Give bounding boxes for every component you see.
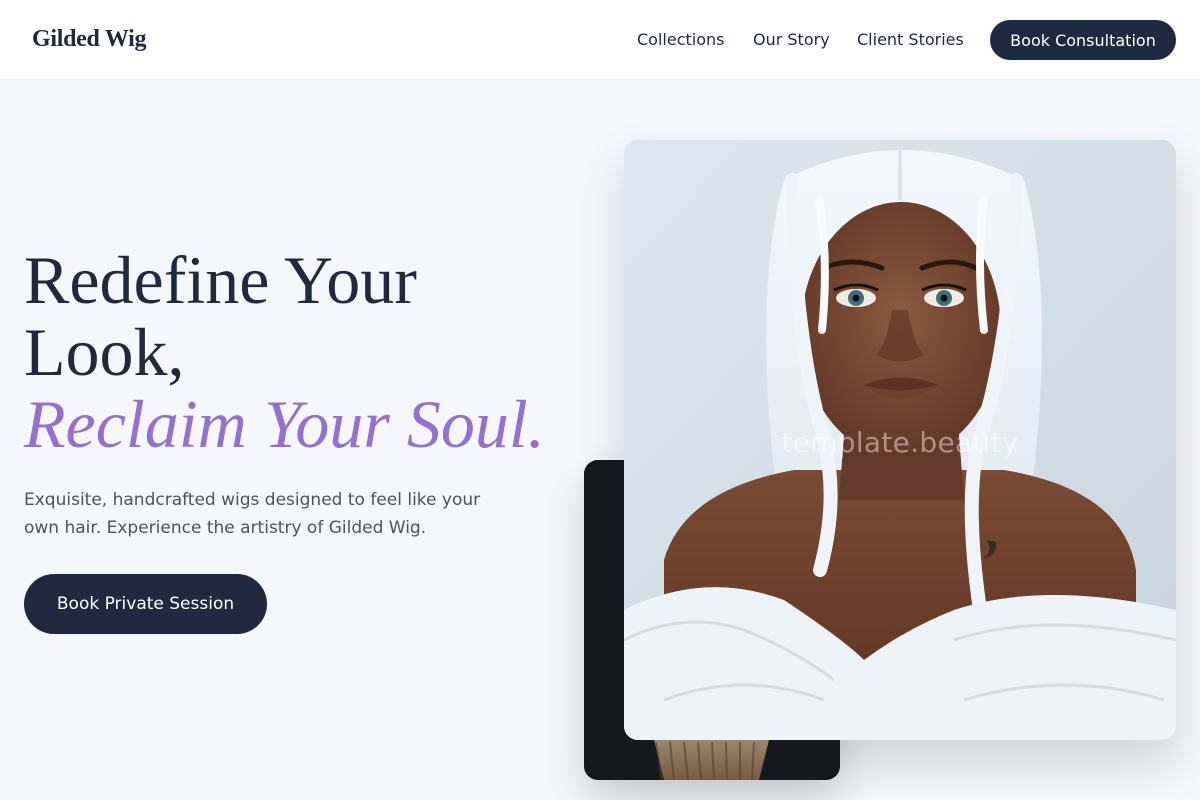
hero-title-line-1: Redefine Your	[24, 242, 417, 318]
top-navigation: Gilded Wig Collections Our Story Client …	[0, 0, 1200, 80]
hero-title: Redefine Your Look, Reclaim Your Soul.	[24, 244, 604, 460]
hero-model-photo	[624, 140, 1176, 740]
hero-photo-card	[624, 140, 1176, 740]
brand-logo[interactable]: Gilded Wig	[32, 26, 146, 53]
book-consultation-button[interactable]: Book Consultation	[990, 20, 1176, 60]
book-private-session-button[interactable]: Book Private Session	[24, 574, 267, 634]
nav-link-our-story[interactable]: Our Story	[753, 30, 830, 49]
hero-title-line-2: Look,	[24, 314, 185, 390]
nav-link-collections[interactable]: Collections	[637, 30, 724, 49]
nav-link-client-stories[interactable]: Client Stories	[857, 30, 964, 49]
hero-subtitle: Exquisite, handcrafted wigs designed to …	[24, 490, 481, 538]
hero-title-accent: Reclaim Your Soul.	[24, 386, 545, 462]
